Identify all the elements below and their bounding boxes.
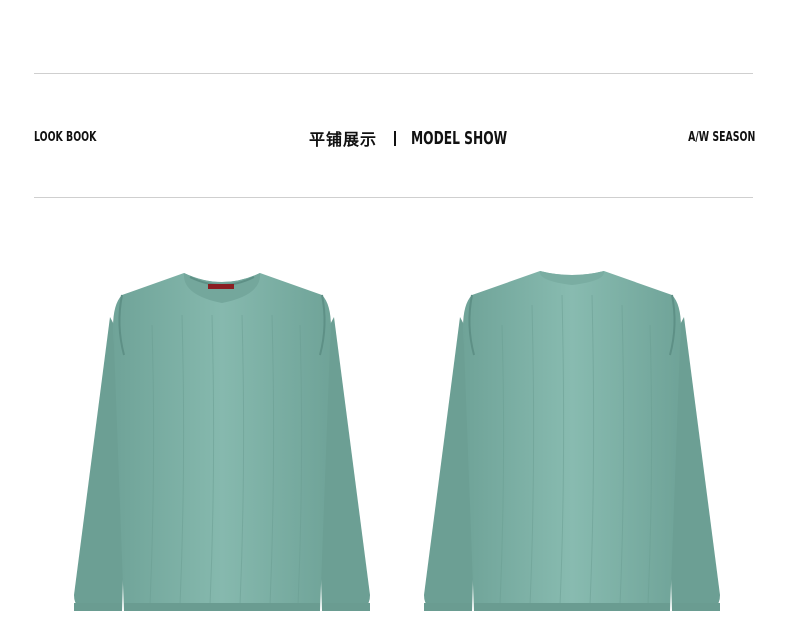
sweater-back-image xyxy=(422,265,722,617)
sweater-front-illustration xyxy=(74,273,370,611)
section-title: 平铺展示 MODEL SHOW xyxy=(309,124,552,152)
lookbook-label: LOOK BOOK xyxy=(34,130,97,145)
title-separator xyxy=(394,130,397,146)
top-divider xyxy=(34,73,753,74)
season-label: A/W SEASON xyxy=(687,130,755,145)
bottom-divider xyxy=(34,197,753,198)
section-header: LOOK BOOK 平铺展示 MODEL SHOW A/W SEASON xyxy=(34,124,755,152)
title-chinese: 平铺展示 xyxy=(309,130,378,149)
title-english: MODEL SHOW xyxy=(411,127,508,149)
sweater-front-image xyxy=(72,265,372,617)
sweater-back-illustration xyxy=(424,271,720,611)
